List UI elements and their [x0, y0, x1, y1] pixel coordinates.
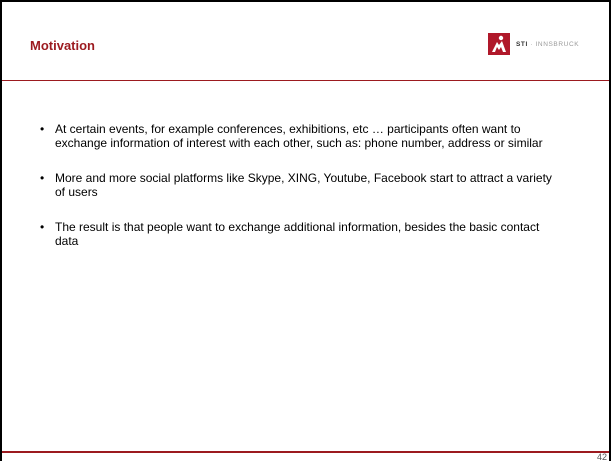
- bullet-list: • At certain events, for example confere…: [40, 122, 560, 268]
- bullet-marker: •: [40, 122, 45, 136]
- slide-header: Motivation STI · INNSBRUCK: [2, 2, 609, 80]
- logo-text-sti: STI: [516, 40, 528, 48]
- footer-divider: [2, 451, 609, 453]
- bullet-marker: •: [40, 170, 45, 185]
- slide: Motivation STI · INNSBRUCK • At certain …: [0, 0, 611, 461]
- logo-text: STI · INNSBRUCK: [516, 41, 579, 48]
- bullet-item: • The result is that people want to exch…: [40, 220, 560, 249]
- bullet-text: More and more social platforms like Skyp…: [55, 170, 552, 200]
- page-number: 42: [596, 452, 607, 461]
- slide-title: Motivation: [30, 38, 95, 53]
- bullet-marker: •: [40, 219, 45, 234]
- bullet-text: At certain events, for example conferenc…: [55, 122, 543, 151]
- sti-innsbruck-logo: STI · INNSBRUCK: [488, 32, 579, 56]
- header-divider: [2, 80, 609, 81]
- bullet-text: The result is that people want to exchan…: [55, 219, 540, 249]
- logo-text-innsbruck: · INNSBRUCK: [527, 40, 580, 48]
- bullet-item: • At certain events, for example confere…: [40, 122, 560, 151]
- sti-logo-icon: [488, 33, 510, 55]
- bullet-item: • More and more social platforms like Sk…: [40, 171, 560, 200]
